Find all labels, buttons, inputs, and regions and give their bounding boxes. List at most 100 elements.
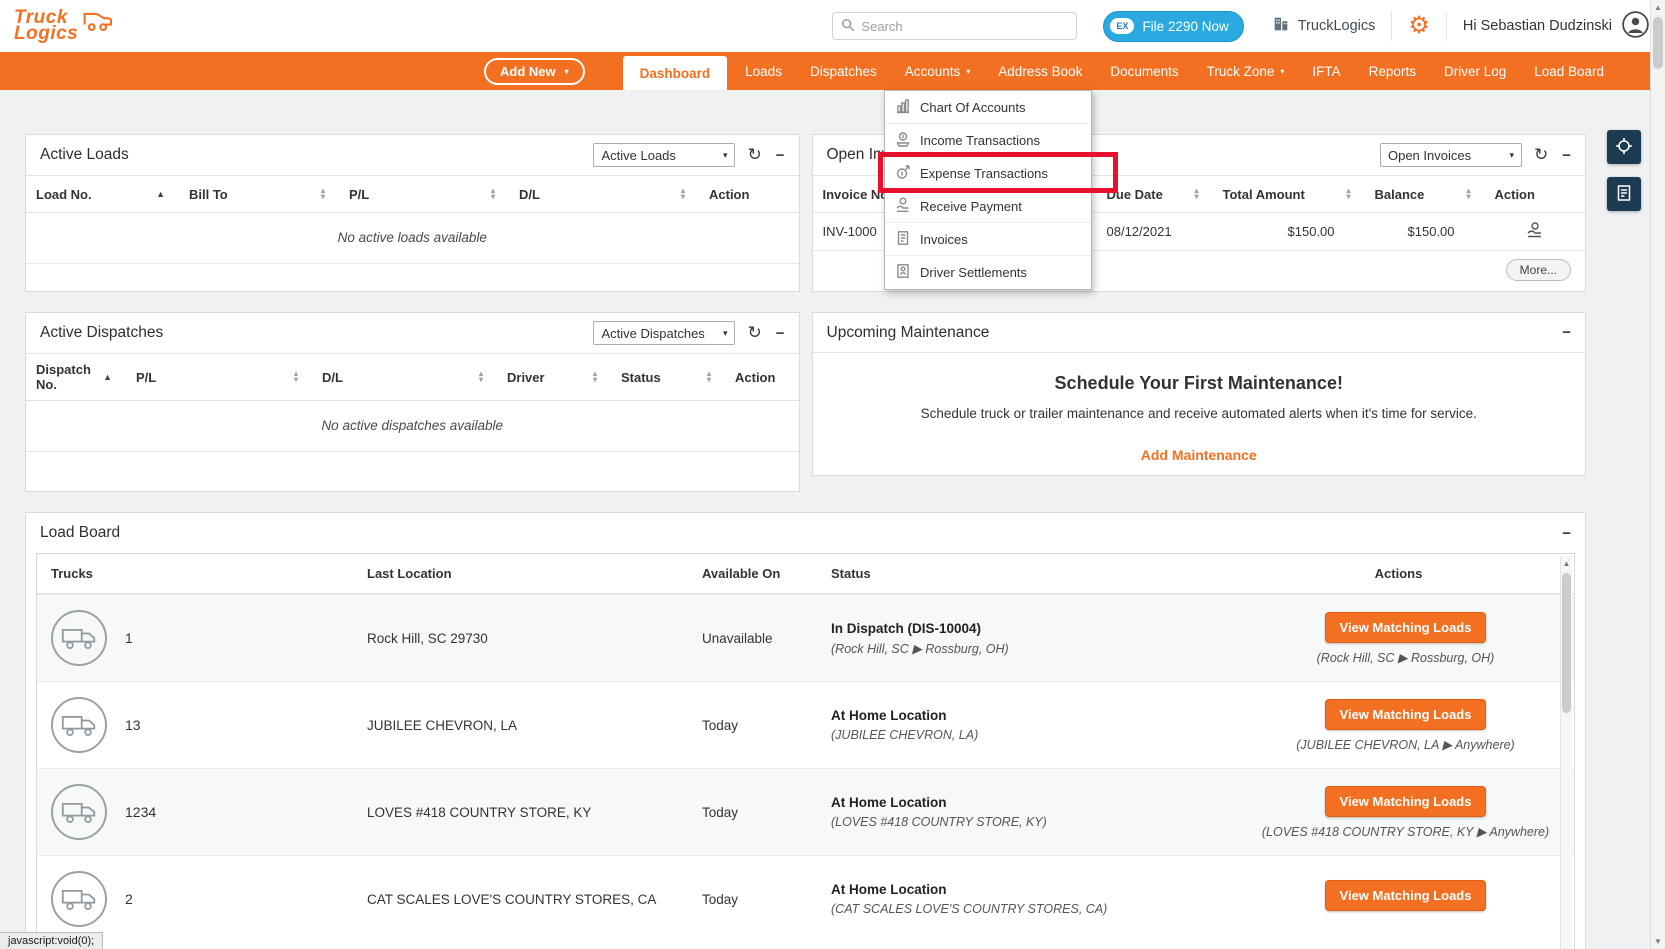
sort-icon: ▴▾ xyxy=(680,186,685,201)
column-header-dl[interactable]: D/L ▴ ▾ xyxy=(509,187,699,202)
column-header-available-on: Available On xyxy=(702,566,781,581)
menu-item-invoices[interactable]: Invoices xyxy=(885,223,1091,256)
refresh-icon[interactable]: ↻ xyxy=(747,323,761,343)
column-header-total-amount[interactable]: Total Amount ▴ ▾ xyxy=(1213,187,1365,202)
column-header-due-date[interactable]: Due Date ▴ ▾ xyxy=(1097,187,1213,202)
active-loads-header: Active Loads Active Loads ▾ ↻ − xyxy=(26,135,799,175)
trucklogics-logo[interactable]: Truck Logics xyxy=(14,8,113,44)
chevron-down-icon: ▾ xyxy=(1280,66,1285,76)
scrollbar-thumb[interactable] xyxy=(1562,573,1571,713)
collapse-icon[interactable]: − xyxy=(1560,147,1573,164)
truck-icon xyxy=(51,784,107,840)
column-header-pl[interactable]: P/L ▴ ▾ xyxy=(339,187,509,202)
add-maintenance-link[interactable]: Add Maintenance xyxy=(1141,447,1257,463)
column-header-action: Action xyxy=(709,186,750,202)
menu-item-driver-settlements[interactable]: Driver Settlements xyxy=(885,256,1091,289)
tab-address-book[interactable]: Address Book xyxy=(988,52,1092,90)
load-board-title: Load Board xyxy=(40,524,121,541)
tab-dispatches[interactable]: Dispatches xyxy=(800,52,887,90)
chart-of-accounts-icon xyxy=(895,98,911,117)
column-header-dispatch-no[interactable]: Dispatch No. ▲ xyxy=(26,362,126,392)
active-dispatches-controls: Active Dispatches ▾ ↻ − xyxy=(593,321,786,345)
tab-dashboard[interactable]: Dashboard xyxy=(622,56,728,90)
collapse-icon[interactable]: − xyxy=(774,325,787,342)
scroll-down-icon[interactable]: ▼ xyxy=(1651,934,1665,949)
collapse-icon[interactable]: − xyxy=(774,147,787,164)
file-2290-button[interactable]: EX File 2290 Now xyxy=(1103,10,1244,42)
chevron-down-icon: ▾ xyxy=(722,327,728,338)
active-loads-filter-select[interactable]: Active Loads ▾ xyxy=(593,143,736,167)
active-dispatches-empty-message: No active dispatches available xyxy=(26,401,799,452)
logo-text-line2: Logics xyxy=(14,23,79,44)
page-scrollbar[interactable]: ▲ ▼ xyxy=(1650,0,1665,949)
tab-accounts[interactable]: Accounts ▾ xyxy=(895,52,981,90)
view-matching-loads-button[interactable]: View Matching Loads xyxy=(1324,698,1487,730)
menu-item-income-transactions[interactable]: Income Transactions xyxy=(885,124,1091,157)
view-matching-loads-button[interactable]: View Matching Loads xyxy=(1324,880,1487,911)
active-dispatches-title: Active Dispatches xyxy=(40,324,164,341)
floating-form-button[interactable] xyxy=(1607,177,1641,211)
active-loads-filter-value: Active Loads xyxy=(601,147,676,163)
search-input[interactable] xyxy=(861,18,1069,34)
chevron-down-icon: ▾ xyxy=(966,66,971,76)
refresh-icon[interactable]: ↻ xyxy=(1534,145,1548,165)
active-dispatches-filter-select[interactable]: Active Dispatches ▾ xyxy=(593,321,736,345)
view-matching-loads-button[interactable]: View Matching Loads xyxy=(1324,785,1487,817)
truck-number[interactable]: 13 xyxy=(125,717,141,733)
open-invoices-filter-select[interactable]: Open Invoices ▾ xyxy=(1379,143,1522,167)
sort-icon: ▴▾ xyxy=(1346,186,1351,201)
menu-item-chart-of-accounts[interactable]: Chart Of Accounts xyxy=(885,91,1091,124)
column-header-bill-to[interactable]: Bill To ▴ ▾ xyxy=(179,187,339,202)
sort-icon: ▴▾ xyxy=(1194,186,1199,201)
tab-documents[interactable]: Documents xyxy=(1100,52,1188,90)
column-header-driver[interactable]: Driver ▴ ▾ xyxy=(497,370,611,385)
menu-item-expense-transactions[interactable]: Expense Transactions xyxy=(885,157,1091,190)
tab-truck-zone[interactable]: Truck Zone ▾ xyxy=(1197,52,1295,90)
actions-cell: View Matching Loads xyxy=(1237,880,1574,918)
status-cell: In Dispatch (DIS-10004) (Rock Hill, SC ▶… xyxy=(817,621,1237,656)
tab-loads[interactable]: Loads xyxy=(735,52,792,90)
view-matching-loads-button[interactable]: View Matching Loads xyxy=(1324,611,1487,643)
collapse-icon[interactable]: − xyxy=(1560,324,1573,341)
tab-ifta[interactable]: IFTA xyxy=(1302,52,1350,90)
load-board-scrollbar[interactable]: ▲ xyxy=(1560,556,1572,949)
header-divider xyxy=(1391,11,1393,41)
column-header-action: Action xyxy=(735,369,776,385)
user-menu[interactable]: Hi Sebastian Dudzinski xyxy=(1463,10,1649,42)
column-header-status: Status xyxy=(831,566,871,581)
scroll-up-icon[interactable]: ▲ xyxy=(1561,556,1572,571)
product-label: TruckLogics xyxy=(1297,18,1376,34)
add-new-button[interactable]: Add New ▾ xyxy=(484,57,585,85)
nav-tabs: Dashboard Loads Dispatches Accounts ▾ Add… xyxy=(622,52,1614,90)
menu-item-receive-payment[interactable]: Receive Payment xyxy=(885,190,1091,223)
more-button[interactable]: More... xyxy=(1505,259,1571,281)
refresh-icon[interactable]: ↻ xyxy=(747,145,761,165)
column-header-balance[interactable]: Balance ▴ ▾ xyxy=(1365,187,1485,202)
upcoming-maintenance-title: Upcoming Maintenance xyxy=(826,323,990,341)
active-loads-table-header: Load No. ▲ Bill To ▴ ▾ P/L ▴ ▾ D/L ▴ ▾ Action xyxy=(26,175,799,213)
receive-payment-icon[interactable] xyxy=(1485,222,1586,241)
truck-number[interactable]: 2 xyxy=(125,891,133,907)
floating-target-button[interactable] xyxy=(1607,130,1641,164)
tab-reports[interactable]: Reports xyxy=(1359,52,1426,90)
active-dispatches-filter-value: Active Dispatches xyxy=(601,325,705,341)
column-header-pl[interactable]: P/L ▴ ▾ xyxy=(126,370,312,385)
truck-icon xyxy=(51,871,107,927)
settings-gear-icon[interactable]: ⚙ xyxy=(1408,14,1430,38)
column-header-dl[interactable]: D/L ▴ ▾ xyxy=(312,370,497,385)
dashboard-content: Active Loads Active Loads ▾ ↻ − Load No.… xyxy=(0,90,1586,949)
truck-number[interactable]: 1 xyxy=(125,630,133,646)
truck-number[interactable]: 1234 xyxy=(125,804,156,820)
status-route: (Rock Hill, SC ▶ Rossburg, OH) xyxy=(831,641,1009,656)
header-divider xyxy=(1445,11,1447,41)
scrollbar-thumb[interactable] xyxy=(1653,17,1663,69)
tab-driver-log[interactable]: Driver Log xyxy=(1434,52,1516,90)
scroll-up-icon[interactable]: ▲ xyxy=(1651,0,1665,15)
collapse-icon[interactable]: − xyxy=(1560,525,1573,542)
active-loads-empty-message: No active loads available xyxy=(26,213,799,264)
tab-load-board[interactable]: Load Board xyxy=(1524,52,1614,90)
column-header-load-no[interactable]: Load No. ▲ xyxy=(26,187,179,202)
column-header-status[interactable]: Status ▴ ▾ xyxy=(611,370,725,385)
truck-icon xyxy=(51,610,107,666)
trucklogics-product-switcher[interactable]: TruckLogics xyxy=(1272,15,1376,37)
